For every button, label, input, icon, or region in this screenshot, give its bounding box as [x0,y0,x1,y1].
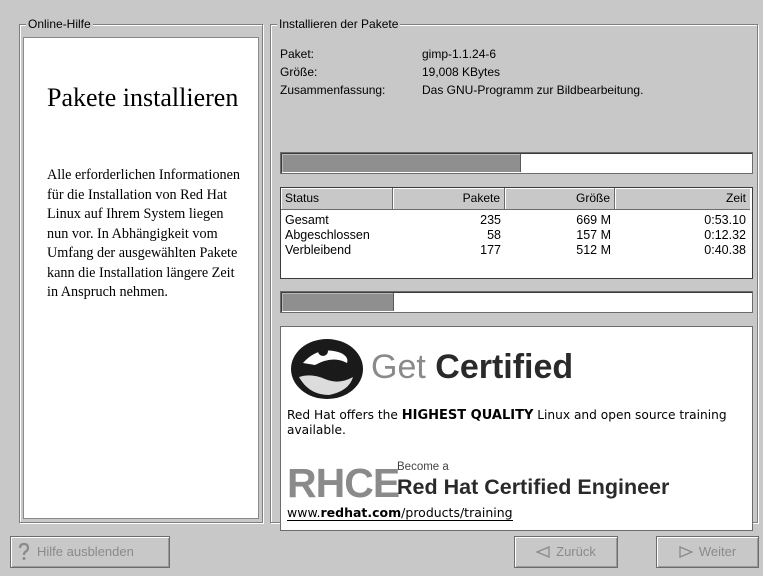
triangle-right-icon [679,546,693,558]
summary-label: Zusammenfassung: [280,83,386,97]
package-row: Paket: gimp-1.1.24-6 [280,47,496,61]
ad-headline: Get Certified [371,347,573,387]
column-header-status[interactable]: Status [281,188,393,210]
ad-become-text: Become a [397,461,449,473]
status-table-header: Status Pakete Größe Zeit [281,188,752,210]
install-frame-title: Installieren der Pakete [277,17,401,31]
ad-rhce-title: Red Hat Certified Engineer [397,475,670,499]
column-header-packages[interactable]: Pakete [393,188,505,210]
cell-status: Gesamt [285,213,329,227]
cell-time: 0:12.32 [704,228,746,242]
size-row: Größe: 19,008 KBytes [280,65,500,79]
ad-get-text: Get [371,348,426,386]
ad-line-strong: HIGHEST QUALITY [401,408,534,423]
size-value: 19,008 KBytes [422,65,501,79]
total-progress-bar [280,291,753,313]
cell-time: 0:40.38 [704,243,746,257]
help-frame: Online-Hilfe Pakete installieren Alle er… [19,17,263,523]
ad-line-pre: Red Hat offers the [287,408,398,422]
back-button[interactable]: Zurück [514,536,618,568]
install-frame: Installieren der Pakete Paket: gimp-1.1.… [270,17,758,531]
summary-row: Zusammenfassung: Das GNU-Programm zur Bi… [280,83,643,97]
question-icon [18,543,30,560]
cell-size: 157 M [576,228,611,242]
package-value: gimp-1.1.24-6 [422,47,497,61]
column-header-size[interactable]: Größe [505,188,615,210]
ad-url-link[interactable]: www.redhat.com/products/training [287,505,513,521]
table-row: Verbleibend 177 512 M 0:40.38 [281,243,752,258]
cell-size: 669 M [576,213,611,227]
table-row: Gesamt 235 669 M 0:53.10 [281,213,752,228]
summary-value: Das GNU-Programm zur Bildbearbeitung. [422,83,644,97]
ad-url-pre: www. [287,505,321,520]
next-label: Weiter [698,544,737,559]
ad-tagline: Red Hat offers the HIGHEST QUALITY Linux… [287,408,747,438]
hide-help-label: Hilfe ausblenden [37,544,134,559]
triangle-left-icon [536,546,550,558]
status-table: Status Pakete Größe Zeit Gesamt 235 669 … [280,187,753,279]
total-progress-fill [282,293,394,311]
column-header-time[interactable]: Zeit [615,188,750,210]
help-body-text: Alle erforderlichen Informationen für di… [47,167,241,300]
package-progress-bar [280,152,753,174]
ad-certified-text: Certified [435,348,574,386]
ad-url-domain: redhat.com [320,505,402,520]
cell-time: 0:53.10 [704,213,746,227]
package-progress-fill [282,154,521,172]
package-label: Paket: [280,47,315,61]
table-row: Abgeschlossen 58 157 M 0:12.32 [281,228,752,243]
hide-help-button[interactable]: Hilfe ausblenden [10,536,170,568]
help-panel: Pakete installieren Alle erforderlichen … [23,37,259,519]
cell-packages: 235 [480,213,501,227]
back-label: Zurück [556,544,596,559]
cell-size: 512 M [576,243,611,257]
help-frame-title: Online-Hilfe [26,17,93,31]
size-label: Größe: [280,65,318,79]
rhce-logo-text: RHCE [287,460,400,506]
next-button[interactable]: Weiter [656,536,759,568]
cell-packages: 177 [480,243,501,257]
ad-url-path: /products/training [401,505,513,520]
cell-status: Abgeschlossen [285,228,370,242]
redhat-shadowman-logo [291,339,363,399]
help-heading: Pakete installieren [47,83,239,112]
cell-packages: 58 [487,228,501,242]
cell-status: Verbleibend [285,243,352,257]
advertisement-panel: Get Certified Red Hat offers the HIGHEST… [280,326,753,531]
